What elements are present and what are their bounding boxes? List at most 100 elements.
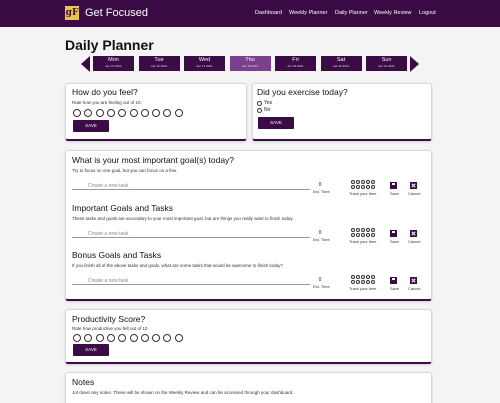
productivity-rating-6[interactable] xyxy=(129,334,138,342)
important-track-time-grid[interactable] xyxy=(351,228,377,238)
track-slot[interactable] xyxy=(361,228,365,232)
feel-rating-3[interactable] xyxy=(95,109,104,117)
track-slot[interactable] xyxy=(361,180,365,184)
track-slot[interactable] xyxy=(371,275,375,279)
track-slot[interactable] xyxy=(356,185,360,189)
day-tab-fri[interactable]: Fri Apr 19 2021 xyxy=(275,56,316,71)
day-tab-tue[interactable]: Tue Apr 16 2021 xyxy=(138,56,180,71)
track-slot[interactable] xyxy=(371,280,375,284)
track-slot[interactable] xyxy=(361,185,365,189)
bonus-task-input[interactable] xyxy=(72,277,310,285)
track-slot[interactable] xyxy=(371,180,375,184)
track-slot[interactable] xyxy=(351,185,355,189)
important-save-label: Save xyxy=(390,239,400,244)
track-slot[interactable] xyxy=(356,180,360,184)
track-slot[interactable] xyxy=(351,280,355,284)
track-slot[interactable] xyxy=(371,233,375,237)
feel-subtitle: Rate how you are feeling out of 10. xyxy=(72,100,142,105)
bonus-track-time-grid[interactable] xyxy=(351,275,377,285)
day-name: Tue xyxy=(154,57,164,63)
feel-save-button[interactable]: SAVE xyxy=(73,120,109,132)
productivity-subtitle: Rate how productive you felt out of 10. xyxy=(72,326,149,331)
feel-rating-10[interactable] xyxy=(174,109,183,117)
day-tab-mon[interactable]: Mon Apr 15 2021 xyxy=(93,56,134,71)
day-tab-wed[interactable]: Wed Apr 17 2021 xyxy=(184,56,225,71)
bonus-est-value[interactable]: 0 xyxy=(314,277,326,283)
nav-logout[interactable]: Logout xyxy=(419,9,436,17)
track-slot[interactable] xyxy=(371,185,375,189)
exercise-no-radio[interactable] xyxy=(257,108,262,113)
track-slot[interactable] xyxy=(356,280,360,284)
productivity-rating-1[interactable] xyxy=(73,334,81,342)
bonus-save-label: Save xyxy=(390,286,400,291)
goals-cancel-icon[interactable] xyxy=(410,182,417,189)
day-name: Thu xyxy=(245,57,255,63)
track-slot[interactable] xyxy=(356,228,360,232)
notes-subtitle: Jot down any notes. These will be shown … xyxy=(72,390,294,395)
next-week-arrow-icon[interactable] xyxy=(410,56,419,72)
track-slot[interactable] xyxy=(366,233,370,237)
exercise-yes-radio[interactable] xyxy=(257,101,262,106)
day-date: Apr 17 2021 xyxy=(196,64,213,68)
notes-title: Notes xyxy=(72,377,95,387)
track-slot[interactable] xyxy=(356,233,360,237)
feel-rating-1[interactable] xyxy=(73,109,81,117)
day-name: Mon xyxy=(108,57,119,63)
important-save-icon[interactable] xyxy=(390,230,397,237)
feel-rating-6[interactable] xyxy=(129,109,138,117)
day-tab-sat[interactable]: Sat Apr 20 2021 xyxy=(320,56,362,71)
productivity-save-button[interactable]: SAVE xyxy=(73,344,109,356)
productivity-rating-4[interactable] xyxy=(106,334,115,342)
track-slot[interactable] xyxy=(351,228,355,232)
bonus-track-label: Track your time xyxy=(349,286,377,291)
productivity-rating-3[interactable] xyxy=(95,334,104,342)
brand-name[interactable]: Get Focused xyxy=(85,6,148,20)
track-slot[interactable] xyxy=(366,180,370,184)
day-name: Sun xyxy=(381,57,392,63)
bonus-save-icon[interactable] xyxy=(390,277,397,284)
track-slot[interactable] xyxy=(366,185,370,189)
important-est-value[interactable]: 0 xyxy=(314,230,326,236)
track-slot[interactable] xyxy=(356,275,360,279)
bonus-cancel-icon[interactable] xyxy=(410,277,417,284)
nav-daily-planner[interactable]: Daily Planner xyxy=(335,9,368,17)
goals-track-time-grid[interactable] xyxy=(351,180,377,190)
goals-task-input[interactable] xyxy=(72,182,310,190)
productivity-title: Productivity Score? xyxy=(72,314,146,324)
goals-save-icon[interactable] xyxy=(390,182,397,189)
important-subtitle: These tasks and goals are secondary to y… xyxy=(72,216,294,221)
day-date: Apr 15 2021 xyxy=(105,64,122,68)
prev-week-arrow-icon[interactable] xyxy=(81,56,90,72)
day-tab-thu[interactable]: Thu Apr 18 2021 xyxy=(229,56,271,71)
track-slot[interactable] xyxy=(361,280,365,284)
exercise-title: Did you exercise today? xyxy=(257,87,348,97)
track-slot[interactable] xyxy=(366,228,370,232)
day-date: Apr 18 2021 xyxy=(241,64,259,68)
save-icon-slot xyxy=(392,183,395,185)
day-date: Apr 21 2021 xyxy=(378,64,395,68)
logo-icon[interactable]: gF xyxy=(65,6,79,20)
important-cancel-icon[interactable] xyxy=(410,230,417,237)
feel-rating-7[interactable] xyxy=(140,109,149,117)
productivity-rating-7[interactable] xyxy=(140,334,149,342)
exercise-save-button[interactable]: SAVE xyxy=(258,117,294,129)
track-slot[interactable] xyxy=(366,280,370,284)
exercise-yes-label: Yes xyxy=(264,100,273,106)
goals-est-value[interactable]: 0 xyxy=(314,182,326,188)
track-slot[interactable] xyxy=(351,275,355,279)
track-slot[interactable] xyxy=(351,180,355,184)
track-slot[interactable] xyxy=(361,233,365,237)
day-name: Sat xyxy=(336,57,346,63)
goals-save-label: Save xyxy=(390,191,400,196)
day-tab-sun[interactable]: Sun Apr 21 2021 xyxy=(366,56,407,71)
track-slot[interactable] xyxy=(361,275,365,279)
track-slot[interactable] xyxy=(371,228,375,232)
nav-weekly-planner[interactable]: Weekly Planner xyxy=(289,9,327,17)
feel-rating-4[interactable] xyxy=(106,109,115,117)
important-task-input[interactable] xyxy=(72,230,310,238)
nav-dashboard[interactable]: Dashboard xyxy=(255,9,282,17)
productivity-rating-10[interactable] xyxy=(174,334,183,342)
track-slot[interactable] xyxy=(366,275,370,279)
nav-weekly-review[interactable]: Weekly Review xyxy=(374,9,412,17)
track-slot[interactable] xyxy=(351,233,355,237)
